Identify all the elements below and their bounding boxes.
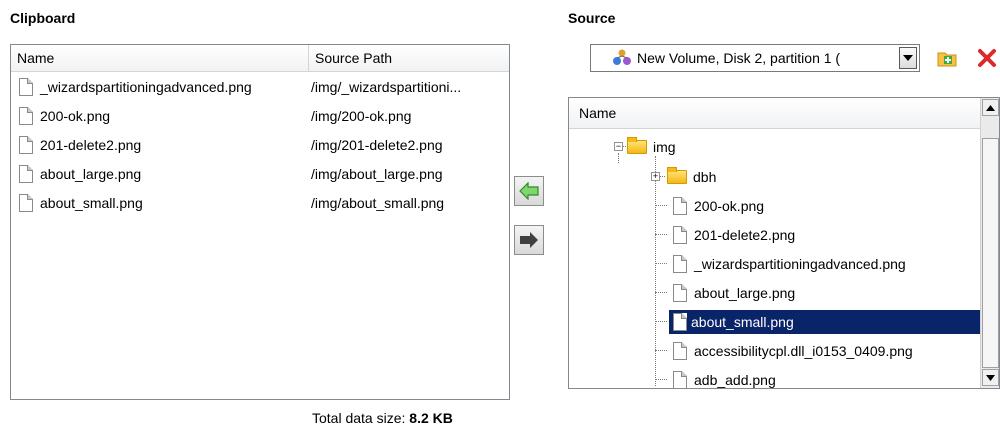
delete-icon[interactable] (976, 47, 998, 69)
tree-item-file[interactable]: 200-ok.png (673, 191, 767, 220)
tree-item-label: about_large.png (694, 284, 796, 301)
tree-item-file[interactable]: about_large.png (673, 278, 798, 307)
volume-select-value: New Volume, Disk 2, partition 1 ( (637, 50, 841, 66)
file-icon (673, 283, 687, 302)
partition-icon (613, 49, 631, 65)
tree-item-file[interactable]: 201-delete2.png (673, 220, 798, 249)
tree-item-label: dbh (693, 168, 717, 185)
list-item[interactable]: 200-ok.png /img/200-ok.png (11, 101, 509, 130)
file-icon (19, 135, 33, 154)
tree-item-file[interactable]: _wizardspartitioningadvanced.png (673, 249, 909, 278)
remove-from-clipboard-button[interactable] (514, 225, 544, 255)
folder-icon (627, 136, 647, 154)
file-icon (673, 254, 687, 273)
scroll-down-icon[interactable] (982, 369, 999, 386)
arrow-left-icon (519, 182, 539, 200)
file-name: 200-ok.png (40, 107, 111, 124)
file-name: _wizardspartitioningadvanced.png (40, 78, 252, 95)
tree-item-label: 200-ok.png (694, 197, 765, 214)
file-name: about_small.png (40, 194, 143, 211)
total-data-size: Total data size: 8.2 KB (312, 410, 453, 426)
column-header-source-path[interactable]: Source Path (309, 45, 509, 71)
tree-item-label: img (653, 138, 676, 155)
file-icon (673, 225, 687, 244)
source-tree[interactable]: Name − + img dbh 200-ok.png 201-delete2.… (568, 97, 1000, 389)
folder-icon (667, 166, 687, 184)
tree-item-label: _wizardspartitioningadvanced.png (694, 255, 906, 272)
source-path: /img/about_small.png (311, 194, 445, 211)
file-icon (673, 370, 687, 388)
source-path: /img/_wizardspartitioni... (311, 78, 462, 95)
tree-item-label: accessibilitycpl.dll_i0153_0409.png (694, 342, 913, 359)
arrow-right-icon (520, 232, 538, 248)
tree-connector (655, 156, 656, 386)
add-to-clipboard-button[interactable] (514, 176, 544, 206)
list-item[interactable]: about_large.png /img/about_large.png (11, 159, 509, 188)
source-path: /img/201-delete2.png (311, 136, 443, 153)
tree-item-file[interactable]: adb_add.png (673, 365, 779, 388)
tree-item-selected-text: about_small.png (691, 313, 794, 330)
tree-header-name[interactable]: Name (569, 98, 981, 129)
file-icon (19, 193, 33, 212)
collapse-toggle[interactable]: − (614, 142, 623, 151)
clipboard-list[interactable]: Name Source Path _wizardspartitioningadv… (10, 44, 510, 400)
tree-item-file[interactable]: accessibilitycpl.dll_i0153_0409.png (673, 336, 916, 365)
tree-item-dbh[interactable]: dbh (667, 162, 719, 191)
clipboard-list-header: Name Source Path (11, 45, 509, 72)
chevron-down-icon[interactable] (899, 47, 917, 69)
volume-select[interactable]: New Volume, Disk 2, partition 1 ( (590, 44, 920, 72)
expand-toggle[interactable]: + (651, 172, 660, 181)
clipboard-title: Clipboard (10, 10, 76, 26)
tree-connector (655, 263, 667, 264)
tree-item-label: 201-delete2.png (694, 226, 796, 243)
total-value: 8.2 KB (409, 410, 453, 426)
file-icon (673, 341, 687, 360)
source-path: /img/200-ok.png (311, 107, 412, 124)
file-icon (19, 77, 33, 96)
tree-item-file-selected[interactable]: about_small.png (668, 307, 982, 336)
file-name: 201-delete2.png (40, 136, 142, 153)
tree-scrollbar[interactable] (980, 98, 999, 388)
tree-connector (655, 350, 667, 351)
scroll-thumb[interactable] (982, 138, 999, 368)
column-header-name[interactable]: Name (11, 45, 309, 71)
tree-connector (655, 379, 667, 380)
source-path: /img/about_large.png (311, 165, 443, 182)
tree-item-label: adb_add.png (694, 371, 776, 388)
tree-item-label: about_small.png (668, 308, 982, 335)
tree-connector (655, 234, 667, 235)
file-icon (19, 106, 33, 125)
add-folder-icon[interactable] (936, 47, 958, 69)
tree-connector (655, 205, 667, 206)
list-item[interactable]: 201-delete2.png /img/201-delete2.png (11, 130, 509, 159)
list-item[interactable]: about_small.png /img/about_small.png (11, 188, 509, 217)
source-title: Source (568, 10, 616, 26)
tree-connector (655, 292, 667, 293)
file-icon (673, 196, 687, 215)
total-label: Total data size: (312, 410, 406, 426)
tree-connector (655, 321, 667, 322)
tree-item-img[interactable]: img (627, 132, 679, 161)
scroll-up-icon[interactable] (982, 99, 999, 116)
file-icon (19, 164, 33, 183)
file-name: about_large.png (40, 165, 142, 182)
list-item[interactable]: _wizardspartitioningadvanced.png /img/_w… (11, 72, 509, 101)
file-icon (673, 312, 687, 331)
tree-connector (618, 153, 619, 163)
